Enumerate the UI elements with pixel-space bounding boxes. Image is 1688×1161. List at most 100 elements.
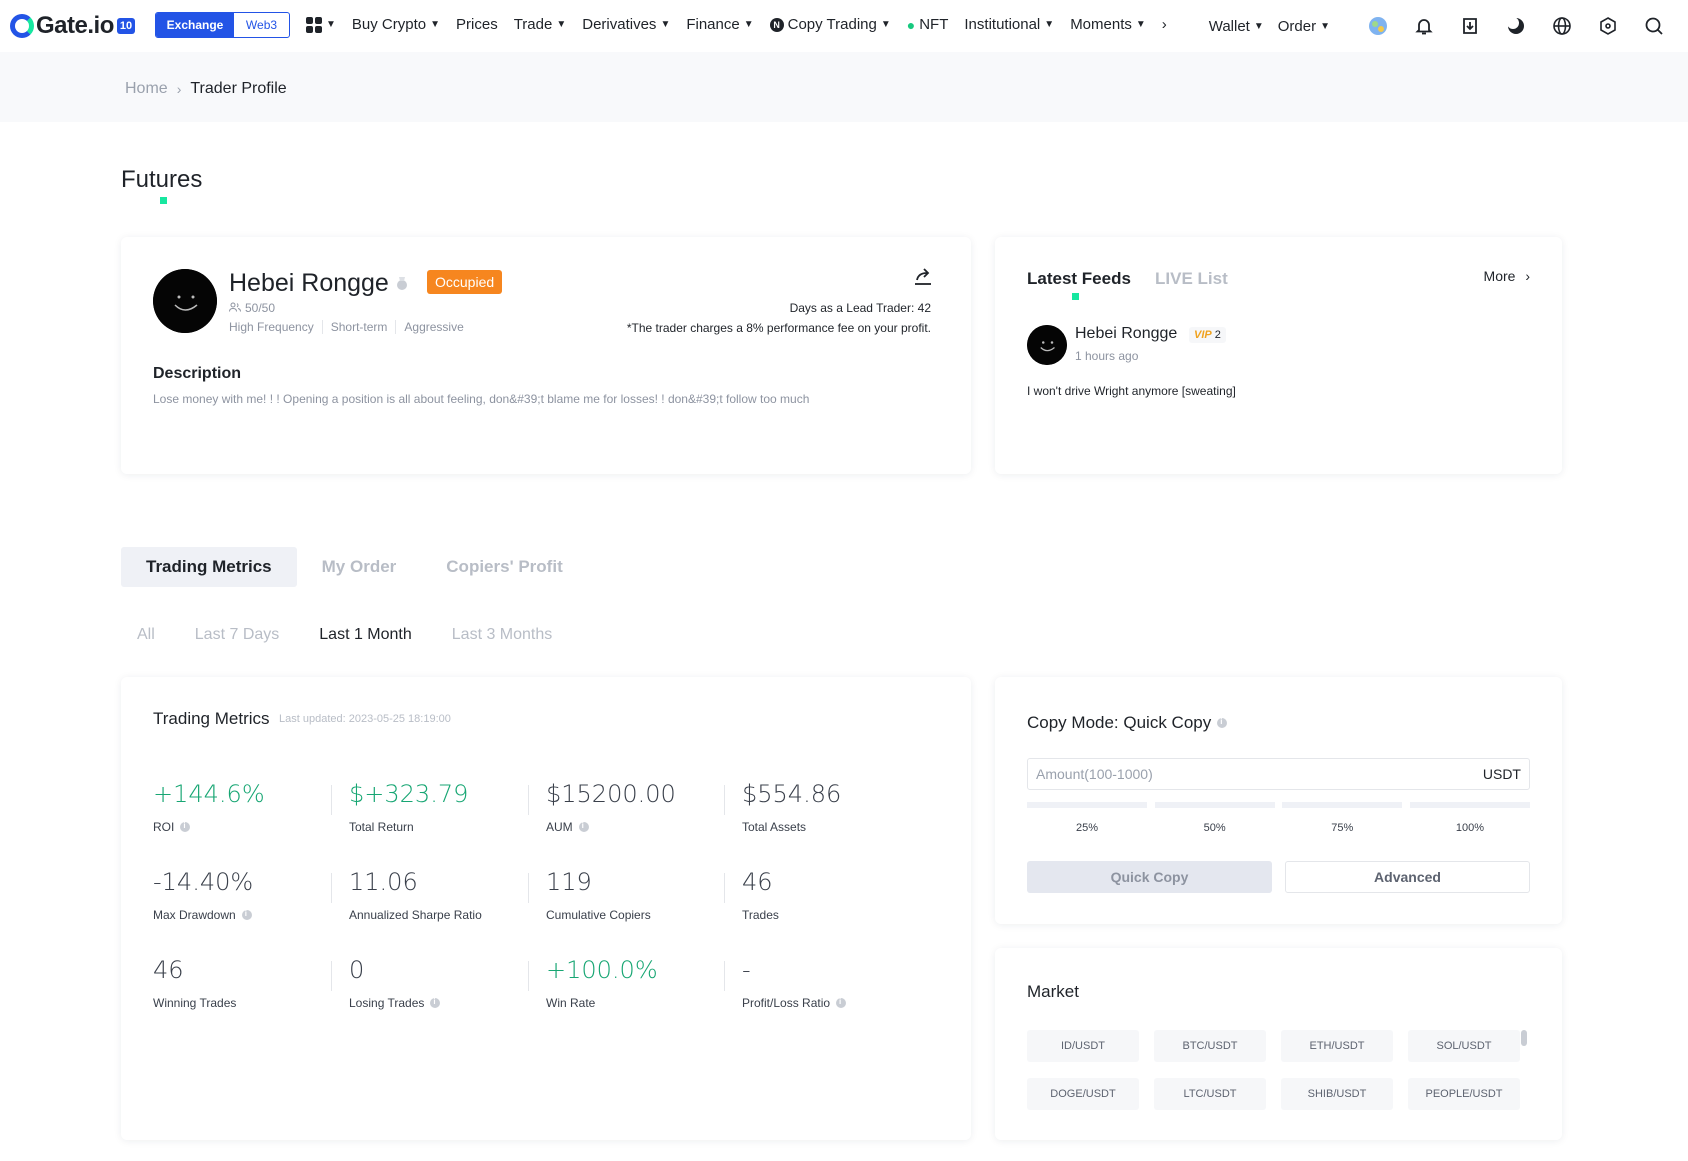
metric-label-text: Losing Trades bbox=[349, 996, 425, 1010]
nav-prices[interactable]: Prices bbox=[456, 16, 498, 33]
advanced-button[interactable]: Advanced bbox=[1285, 861, 1530, 893]
feed-author-name[interactable]: Hebei Rongge bbox=[1075, 325, 1177, 343]
market-pair[interactable]: ID/USDT bbox=[1027, 1030, 1139, 1062]
metric-label: Profit/Loss Ratio bbox=[742, 996, 932, 1010]
more-feeds-link[interactable]: More › bbox=[1484, 268, 1530, 284]
percent-100-option[interactable]: 100% bbox=[1409, 802, 1530, 834]
nav-buy-crypto[interactable]: Buy Crypto ▼ bbox=[352, 16, 440, 33]
metric-label-text: Trades bbox=[742, 908, 779, 922]
tab-period-1m[interactable]: Last 1 Month bbox=[319, 626, 412, 644]
web3-mode-button[interactable]: Web3 bbox=[234, 13, 289, 37]
trader-profile-card: Hebei Rongge Occupied 50/50 High Frequen… bbox=[121, 237, 971, 474]
nav-institutional[interactable]: Institutional ▼ bbox=[964, 16, 1054, 33]
theme-toggle-icon[interactable] bbox=[1504, 14, 1528, 38]
info-icon[interactable] bbox=[180, 821, 191, 832]
caret-down-icon: ▼ bbox=[556, 19, 567, 30]
feed-time: 1 hours ago bbox=[1075, 349, 1139, 363]
tab-trading-metrics[interactable]: Trading Metrics bbox=[121, 547, 297, 587]
search-icon[interactable] bbox=[1642, 14, 1666, 38]
metric-losing-trades: 0 Losing Trades bbox=[349, 956, 539, 1010]
main-menu: ▼ Buy Crypto ▼ Prices Trade ▼ Derivatives ▼… bbox=[306, 16, 1183, 33]
nav-label: Prices bbox=[456, 16, 498, 33]
nav-wallet[interactable]: Wallet ▼ bbox=[1209, 18, 1264, 35]
metric-label: Losing Trades bbox=[349, 996, 539, 1010]
nav-trade[interactable]: Trade ▼ bbox=[514, 16, 567, 33]
metric-label: AUM bbox=[546, 820, 736, 834]
user-avatar-icon[interactable] bbox=[1366, 14, 1390, 38]
tag: Aggressive bbox=[395, 320, 471, 334]
tab-period-3m[interactable]: Last 3 Months bbox=[452, 626, 553, 644]
metric-value: $15200.00 bbox=[546, 780, 676, 808]
market-pair[interactable]: SHIB/USDT bbox=[1281, 1078, 1393, 1110]
nav-derivatives[interactable]: Derivatives ▼ bbox=[582, 16, 670, 33]
metric-label: Cumulative Copiers bbox=[546, 908, 736, 922]
nav-copy-trading[interactable]: N Copy Trading ▼ bbox=[769, 16, 891, 33]
globe-icon[interactable] bbox=[1550, 14, 1574, 38]
tab-latest-feeds[interactable]: Latest Feeds bbox=[1027, 269, 1131, 289]
metric-winning-trades: 46 Winning Trades bbox=[153, 956, 343, 1010]
trader-tags: High Frequency Short-term Aggressive bbox=[229, 320, 472, 334]
bell-icon[interactable] bbox=[1412, 14, 1436, 38]
apps-menu[interactable]: ▼ bbox=[306, 16, 336, 33]
market-pair[interactable]: PEOPLE/USDT bbox=[1408, 1078, 1520, 1110]
vip-level: 2 bbox=[1214, 329, 1221, 341]
percent-75-option[interactable]: 75% bbox=[1282, 802, 1403, 834]
tab-period-7d[interactable]: Last 7 Days bbox=[195, 626, 279, 644]
metric-total-return: $+323.79 Total Return bbox=[349, 780, 539, 834]
metric-value: 0 bbox=[349, 956, 365, 984]
metric-label: Winning Trades bbox=[153, 996, 343, 1010]
tab-live-list[interactable]: LIVE List bbox=[1155, 269, 1228, 289]
market-scrollbar[interactable] bbox=[1521, 1030, 1527, 1046]
metric-label: Win Rate bbox=[546, 996, 736, 1010]
market-pair[interactable]: LTC/USDT bbox=[1154, 1078, 1266, 1110]
info-icon[interactable] bbox=[836, 997, 847, 1008]
metric-value: 119 bbox=[546, 868, 592, 896]
nav-scroll-right[interactable]: › bbox=[1162, 16, 1167, 33]
metric-label-text: Win Rate bbox=[546, 996, 596, 1010]
market-pair[interactable]: DOGE/USDT bbox=[1027, 1078, 1139, 1110]
feed-author-avatar[interactable] bbox=[1027, 325, 1067, 365]
nav-order[interactable]: Order ▼ bbox=[1278, 18, 1330, 35]
info-icon[interactable] bbox=[241, 909, 252, 920]
nav-label: Institutional bbox=[964, 16, 1041, 33]
percent-label: 25% bbox=[1075, 822, 1099, 834]
nav-moments[interactable]: Moments ▼ bbox=[1070, 16, 1146, 33]
metrics-title: Trading Metrics bbox=[153, 709, 270, 728]
quick-copy-button[interactable]: Quick Copy bbox=[1027, 861, 1272, 893]
percent-bar bbox=[1027, 802, 1147, 808]
gate-logo-icon bbox=[10, 14, 34, 38]
market-card: Market ID/USDT BTC/USDT ETH/USDT SOL/USD… bbox=[995, 948, 1562, 1140]
market-pair[interactable]: BTC/USDT bbox=[1154, 1030, 1266, 1062]
metric-roi: +144.6% ROI bbox=[153, 780, 343, 834]
market-pair[interactable]: SOL/USDT bbox=[1408, 1030, 1520, 1062]
feed-text[interactable]: I won't drive Wright anymore [sweating] bbox=[1027, 384, 1236, 398]
metric-label-text: Total Assets bbox=[742, 820, 807, 834]
tab-my-order[interactable]: My Order bbox=[297, 547, 422, 587]
tab-period-all[interactable]: All bbox=[137, 626, 155, 644]
download-icon[interactable] bbox=[1458, 14, 1482, 38]
gate-logo[interactable]: Gate.io 10 bbox=[10, 12, 136, 40]
metric-aum: $15200.00 AUM bbox=[546, 780, 736, 834]
metric-sharpe-ratio: 11.06 Annualized Sharpe Ratio bbox=[349, 868, 539, 922]
tag: High Frequency bbox=[229, 320, 314, 334]
nav-finance[interactable]: Finance ▼ bbox=[686, 16, 753, 33]
tab-copiers-profit[interactable]: Copiers' Profit bbox=[421, 547, 587, 587]
nav-nft[interactable]: ● NFT bbox=[907, 16, 949, 33]
settings-hex-icon[interactable] bbox=[1596, 14, 1620, 38]
metric-value: 11.06 bbox=[349, 868, 418, 896]
performance-fee-note: *The trader charges a 8% performance fee… bbox=[626, 321, 931, 335]
share-icon[interactable] bbox=[913, 267, 933, 290]
info-icon[interactable] bbox=[430, 997, 441, 1008]
market-pair[interactable]: ETH/USDT bbox=[1281, 1030, 1393, 1062]
percent-50-option[interactable]: 50% bbox=[1154, 802, 1275, 834]
percent-25-option[interactable]: 25% bbox=[1027, 802, 1147, 834]
description-text: Lose money with me! ! ! Opening a positi… bbox=[153, 392, 810, 406]
feeds-card: Latest Feeds LIVE List More › Hebei Rong… bbox=[995, 237, 1562, 474]
info-icon[interactable] bbox=[578, 821, 589, 832]
info-icon[interactable] bbox=[1217, 717, 1228, 728]
exchange-mode-button[interactable]: Exchange bbox=[156, 13, 234, 37]
amount-input[interactable] bbox=[1028, 759, 1448, 789]
breadcrumb-home[interactable]: Home bbox=[125, 80, 168, 98]
caret-down-icon: ▼ bbox=[430, 19, 441, 30]
nav-label: Wallet bbox=[1208, 17, 1250, 35]
